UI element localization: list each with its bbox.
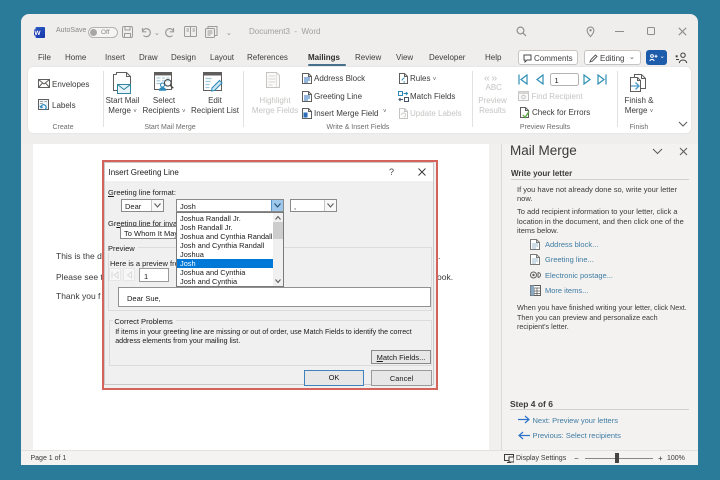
- svg-text:W: W: [34, 30, 41, 37]
